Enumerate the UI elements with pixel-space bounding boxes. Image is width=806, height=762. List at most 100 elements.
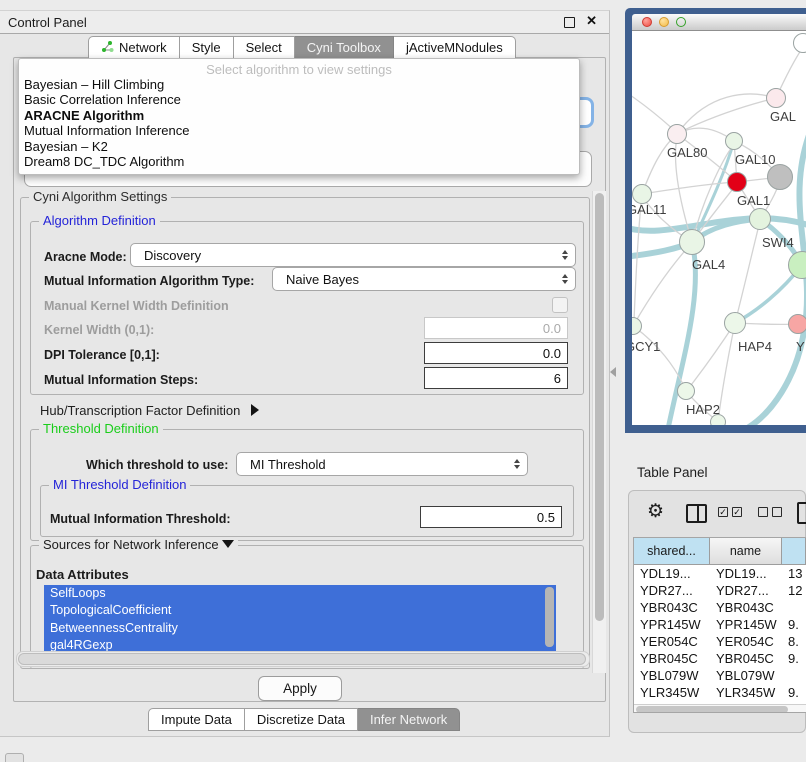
expanded-arrow-icon[interactable] bbox=[222, 540, 234, 548]
node-label: GAL bbox=[770, 109, 796, 124]
mi-algorithm-type-label: Mutual Information Algorithm Type: bbox=[44, 274, 254, 288]
node-hap2[interactable] bbox=[677, 382, 695, 400]
node-gal10[interactable] bbox=[725, 132, 743, 150]
minimize-traffic-light-icon[interactable] bbox=[659, 17, 669, 27]
node-unlabeled[interactable] bbox=[767, 164, 793, 190]
column-header-shared[interactable]: shared... bbox=[634, 538, 710, 565]
tab-style[interactable]: Style bbox=[180, 36, 234, 59]
gear-icon[interactable]: ⚙ bbox=[647, 500, 664, 523]
control-panel-window: Control Panel ✕ NetworkStyleSelectCyni T… bbox=[0, 10, 610, 737]
tab-select[interactable]: Select bbox=[234, 36, 295, 59]
network-canvas[interactable]: GALGAL80GAL10GAL1GAL11SWI4GAL4GCY1HAP4YH… bbox=[632, 31, 806, 425]
deselect-all-checkbox-icon[interactable] bbox=[772, 507, 782, 517]
table-body: YDL19...YDL19...13YDR27...YDR27...12YBR0… bbox=[634, 565, 806, 713]
node-gal[interactable] bbox=[766, 88, 786, 108]
attribute-item-selfloops[interactable]: SelfLoops bbox=[44, 585, 556, 602]
algorithm-option-bayesian-k2[interactable]: Bayesian – K2 bbox=[19, 139, 579, 154]
table-cell: YBR043C bbox=[710, 599, 782, 616]
table-row[interactable]: YER054CYER054C8. bbox=[634, 633, 806, 650]
control-panel-title: Control Panel bbox=[8, 15, 87, 30]
close-icon[interactable]: ✕ bbox=[586, 13, 597, 29]
algorithm-option-dream8-dc-tdc-algorithm[interactable]: Dream8 DC_TDC Algorithm bbox=[19, 154, 579, 169]
hub-definition-label: Hub/Transcription Factor Definition bbox=[40, 403, 240, 418]
table-row[interactable]: YBR043CYBR043C bbox=[634, 599, 806, 616]
column-header-hidden[interactable] bbox=[782, 538, 806, 565]
data-attributes-list[interactable]: SelfLoopsTopologicalCoefficientBetweenne… bbox=[44, 585, 556, 654]
node-gal11[interactable] bbox=[632, 184, 652, 204]
column-header-name[interactable]: name bbox=[710, 538, 782, 565]
table-hscroll-thumb[interactable] bbox=[636, 706, 788, 713]
zoom-traffic-light-icon[interactable] bbox=[676, 17, 686, 27]
node-gal80[interactable] bbox=[667, 124, 687, 144]
tab-label: Infer Network bbox=[370, 712, 447, 727]
top-tab-bar: NetworkStyleSelectCyni ToolboxjActiveMNo… bbox=[88, 36, 516, 59]
corner-grip-icon[interactable] bbox=[5, 753, 24, 762]
screen: Control Panel ✕ NetworkStyleSelectCyni T… bbox=[0, 0, 806, 762]
split-columns-icon[interactable] bbox=[686, 504, 707, 523]
tab-network[interactable]: Network bbox=[88, 36, 180, 59]
table-row[interactable]: YLR345WYLR345W9. bbox=[634, 684, 806, 701]
table-horizontal-scrollbar[interactable] bbox=[634, 704, 806, 713]
apply-button[interactable]: Apply bbox=[258, 676, 342, 701]
aracne-mode-select[interactable]: Discovery bbox=[130, 243, 576, 267]
mi-algorithm-type-select[interactable]: Naive Bayes bbox=[272, 267, 576, 291]
vscroll-thumb[interactable] bbox=[595, 193, 604, 621]
node-unlabeled[interactable] bbox=[710, 414, 726, 425]
attribute-item-topologicalcoefficient[interactable]: TopologicalCoefficient bbox=[44, 602, 556, 619]
node-y[interactable] bbox=[788, 314, 806, 334]
tab-label: Discretize Data bbox=[257, 712, 345, 727]
algorithm-dropdown-popup: Select algorithm to view settings Bayesi… bbox=[18, 58, 580, 175]
float-window-icon[interactable] bbox=[564, 17, 575, 28]
attribute-item-betweennesscentrality[interactable]: BetweennessCentrality bbox=[44, 620, 556, 637]
new-table-icon[interactable] bbox=[797, 502, 806, 524]
tab-infer-network[interactable]: Infer Network bbox=[358, 708, 460, 731]
table-row[interactable]: YDR27...YDR27...12 bbox=[634, 582, 806, 599]
network-icon bbox=[101, 40, 114, 56]
table-cell: YDR27... bbox=[710, 582, 782, 599]
node-unlabeled[interactable] bbox=[793, 33, 806, 53]
node-label: SWI4 bbox=[762, 235, 794, 250]
table-cell: YBR043C bbox=[634, 599, 710, 616]
table-cell: YBL079W bbox=[710, 667, 782, 684]
manual-kernel-width-label: Manual Kernel Width Definition bbox=[44, 299, 229, 313]
node-gal1[interactable] bbox=[727, 172, 747, 192]
table-cell: 9. bbox=[782, 684, 806, 701]
node-unlabeled[interactable] bbox=[749, 208, 771, 230]
table-cell: 9. bbox=[782, 616, 806, 633]
hub-definition-toggle[interactable]: Hub/Transcription Factor Definition bbox=[40, 403, 259, 418]
node-label: GAL4 bbox=[692, 257, 725, 272]
algorithm-option-bayesian-hill-climbing[interactable]: Bayesian – Hill Climbing bbox=[19, 77, 579, 92]
node-hap4[interactable] bbox=[724, 312, 746, 334]
settings-vertical-scrollbar[interactable] bbox=[592, 191, 606, 673]
hscroll-thumb[interactable] bbox=[18, 653, 586, 665]
attributes-scrollbar[interactable] bbox=[545, 587, 554, 647]
tab-discretize-data[interactable]: Discretize Data bbox=[245, 708, 358, 731]
mi-threshold-field[interactable]: 0.5 bbox=[420, 506, 562, 528]
tab-cyni-toolbox[interactable]: Cyni Toolbox bbox=[295, 36, 394, 59]
algorithm-option-aracne-algorithm[interactable]: ARACNE Algorithm bbox=[19, 108, 579, 123]
tab-jactivemnodules[interactable]: jActiveMNodules bbox=[394, 36, 516, 59]
dpi-tolerance-field[interactable]: 0.0 bbox=[424, 342, 568, 364]
table-row[interactable]: YBL079WYBL079W bbox=[634, 667, 806, 684]
mi-steps-field[interactable]: 6 bbox=[424, 367, 568, 389]
settings-horizontal-scrollbar[interactable] bbox=[16, 651, 590, 667]
table-panel-title: Table Panel bbox=[637, 465, 708, 480]
select-all-checkbox-icon[interactable]: ✓ bbox=[718, 507, 728, 517]
close-traffic-light-icon[interactable] bbox=[642, 17, 652, 27]
algorithm-option-mutual-information-inference[interactable]: Mutual Information Inference bbox=[19, 123, 579, 138]
collapsed-arrow-icon[interactable] bbox=[251, 404, 259, 416]
node-table: shared...name YDL19...YDL19...13YDR27...… bbox=[633, 537, 806, 713]
node-gal4[interactable] bbox=[679, 229, 705, 255]
table-row[interactable]: YDL19...YDL19...13 bbox=[634, 565, 806, 582]
tab-impute-data[interactable]: Impute Data bbox=[148, 708, 245, 731]
algorithm-option-basic-correlation-inference[interactable]: Basic Correlation Inference bbox=[19, 92, 579, 107]
control-panel-titlebar: Control Panel ✕ bbox=[0, 11, 609, 34]
select-all-checkbox-icon[interactable]: ✓ bbox=[732, 507, 742, 517]
deselect-all-checkbox-icon[interactable] bbox=[758, 507, 768, 517]
panel-divider-arrow-icon[interactable] bbox=[610, 367, 616, 377]
table-row[interactable]: YPR145WYPR145W9. bbox=[634, 616, 806, 633]
table-row[interactable]: YBR045CYBR045C9. bbox=[634, 650, 806, 667]
which-threshold-select[interactable]: MI Threshold bbox=[236, 452, 528, 476]
network-view-window: GALGAL80GAL10GAL1GAL11SWI4GAL4GCY1HAP4YH… bbox=[625, 8, 806, 433]
table-cell bbox=[782, 599, 806, 616]
